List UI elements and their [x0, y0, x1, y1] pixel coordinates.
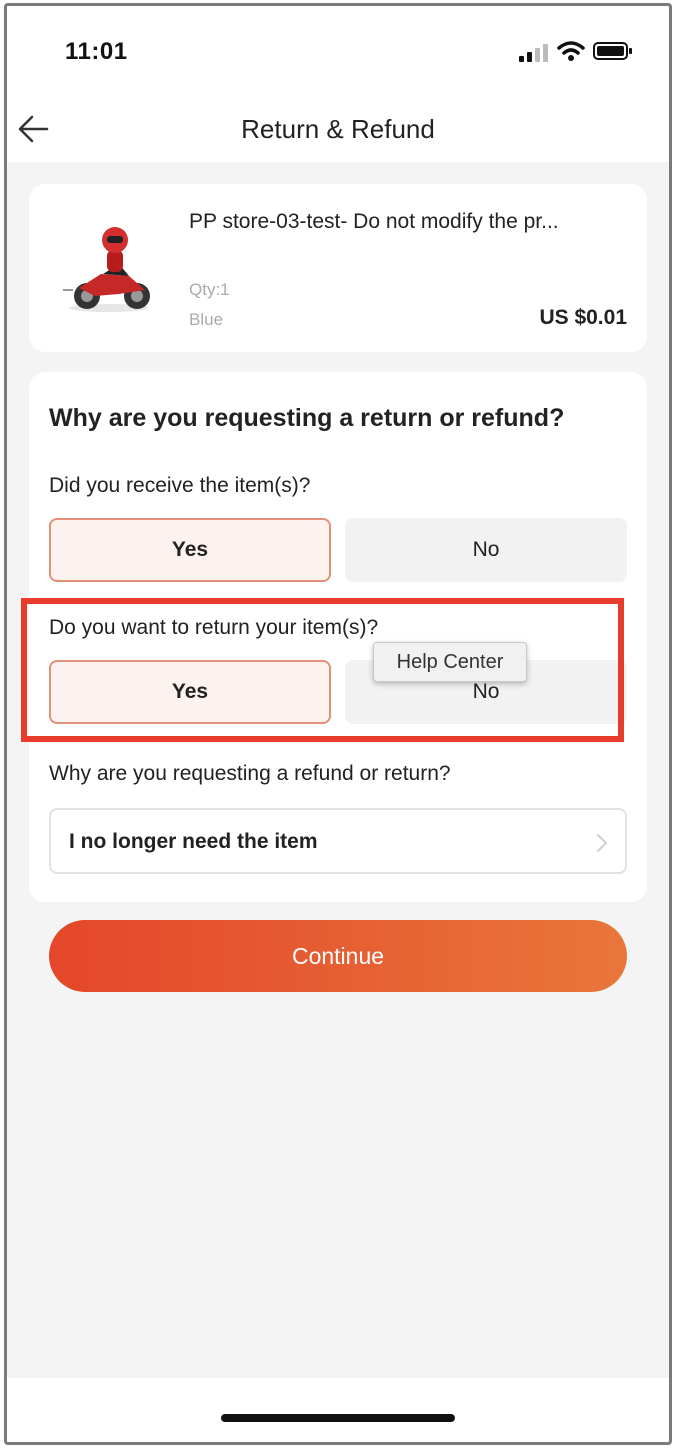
home-indicator-area: [7, 1378, 669, 1442]
wifi-icon: [557, 41, 585, 61]
product-qty: Qty:1: [189, 280, 230, 299]
help-center-tooltip: Help Center: [373, 642, 527, 682]
reason-question: Why are you requesting a refund or retur…: [49, 762, 451, 785]
received-no-button[interactable]: No: [345, 518, 627, 582]
product-price: US $0.01: [539, 306, 627, 329]
reason-select[interactable]: I no longer need the item: [49, 808, 627, 874]
nav-bar: Return & Refund: [7, 96, 669, 162]
battery-icon: [593, 42, 632, 60]
status-bar: 11:01: [7, 6, 669, 96]
product-card[interactable]: PP store-03-test- Do not modify the pr..…: [29, 184, 647, 352]
page-title: Return & Refund: [241, 114, 435, 144]
status-time: 11:01: [65, 38, 128, 65]
home-indicator[interactable]: [221, 1414, 455, 1422]
product-thumbnail: [63, 227, 150, 312]
received-yes-button[interactable]: Yes: [49, 518, 331, 582]
phone-frame: 11:01 Return & Refund PP store-03-test- …: [4, 3, 672, 1445]
continue-button[interactable]: Continue: [49, 920, 627, 992]
product-variant: Blue: [189, 310, 224, 329]
product-title: PP store-03-test- Do not modify the pr..…: [189, 210, 559, 233]
section-heading: Why are you requesting a return or refun…: [49, 404, 565, 432]
chevron-right-icon: [597, 834, 608, 852]
received-question: Did you receive the item(s)?: [49, 474, 311, 497]
cellular-signal-icon: [519, 44, 548, 62]
highlight-box: [21, 598, 624, 742]
reason-value: I no longer need the item: [69, 830, 318, 853]
